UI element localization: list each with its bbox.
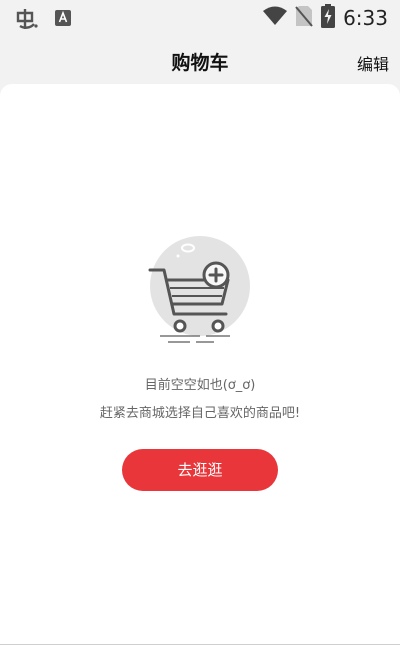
battery-charging-icon — [321, 4, 336, 32]
status-bar: 6:33 — [0, 0, 400, 36]
empty-hint: 赶紧去商城选择自己喜欢的商品吧! — [99, 406, 301, 421]
app-notification-icon — [14, 6, 40, 36]
edit-button[interactable]: 编辑 — [357, 51, 389, 75]
empty-cart-icon — [140, 236, 260, 346]
status-time: 6:33 — [343, 6, 388, 30]
keyboard-a-icon — [54, 9, 72, 31]
wifi-icon — [263, 6, 288, 30]
page-title: 购物车 — [171, 52, 229, 74]
title-bar: 购物车 编辑 — [0, 36, 400, 84]
no-sim-icon — [295, 5, 313, 31]
content-card: 目前空空如也(ơ_ơ) 赶紧去商城选择自己喜欢的商品吧! 去逛逛 — [0, 84, 400, 644]
go-shopping-button[interactable]: 去逛逛 — [122, 449, 278, 491]
empty-message: 目前空空如也(ơ_ơ) — [144, 378, 256, 393]
